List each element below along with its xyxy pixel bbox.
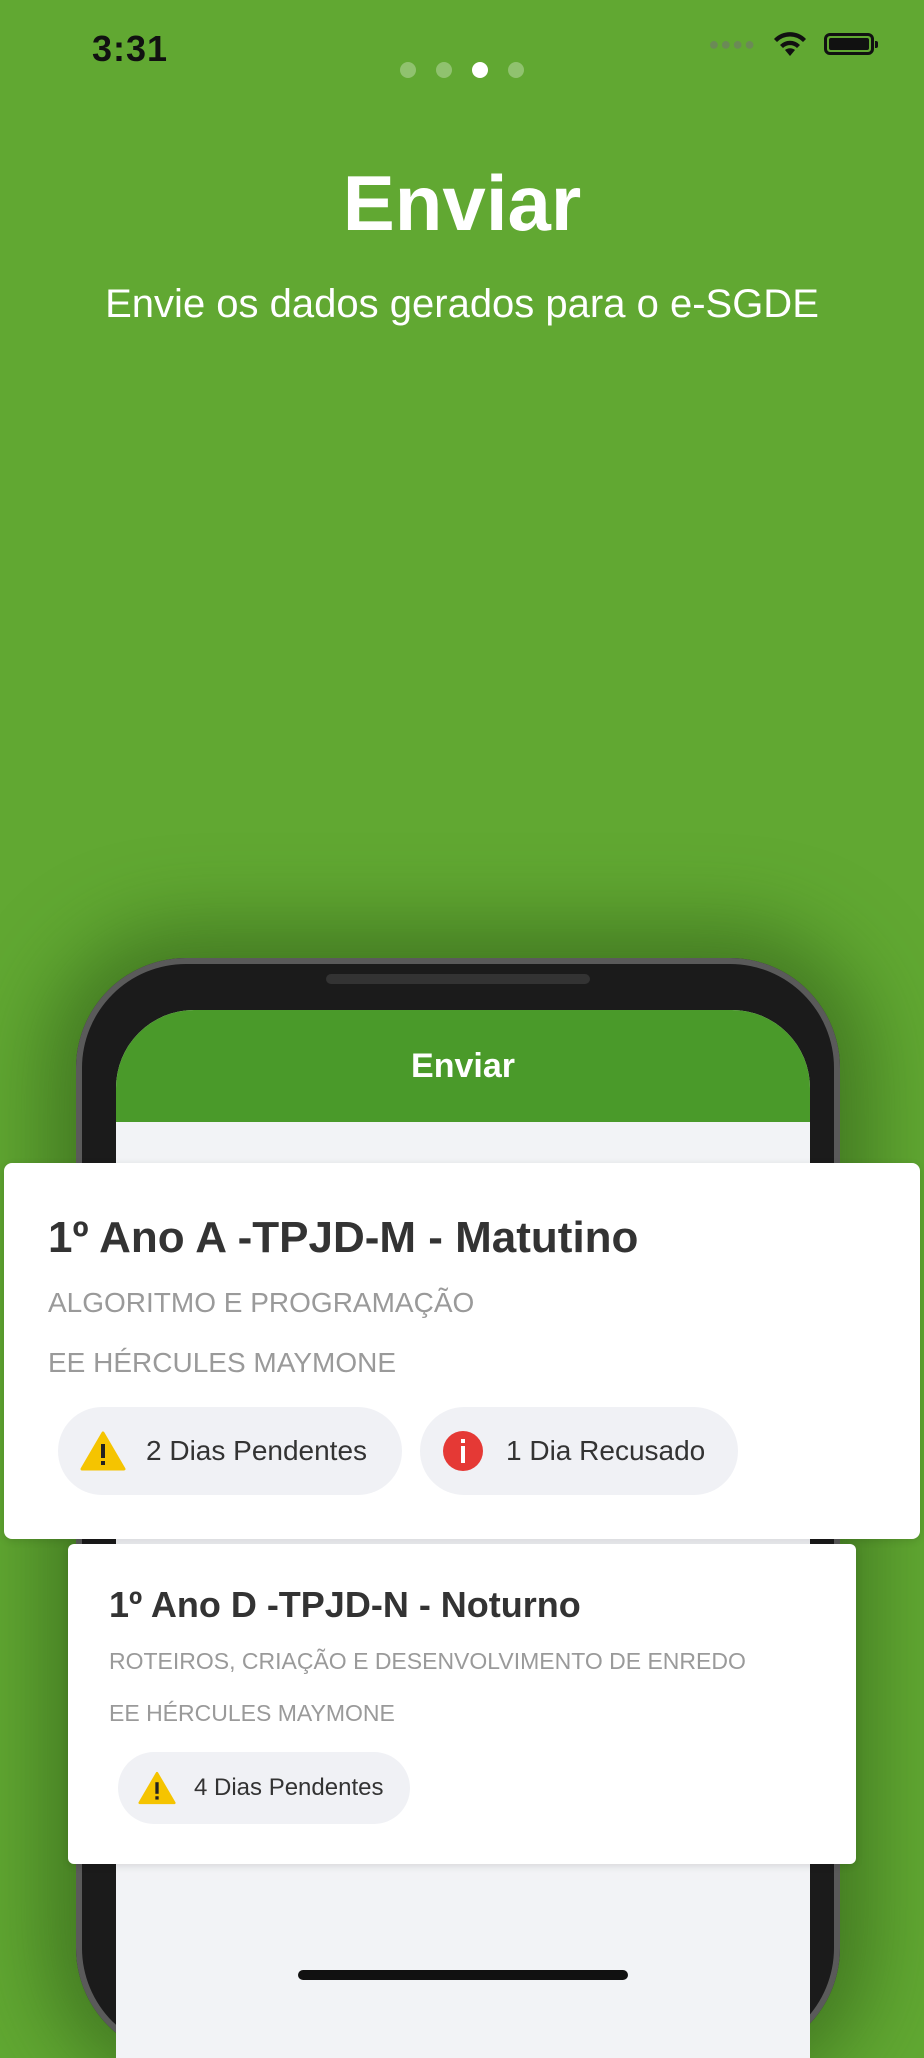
class-school: EE HÉRCULES MAYMONE bbox=[48, 1347, 396, 1378]
chip-label: 2 Dias Pendentes bbox=[146, 1435, 368, 1466]
pending-days-chip[interactable]: 4 Dias Pendentes bbox=[118, 1752, 410, 1824]
phone-speaker bbox=[326, 974, 590, 984]
class-subject: ALGORITMO E PROGRAMAÇÃO bbox=[48, 1287, 475, 1318]
refused-day-chip[interactable]: 1 Dia Recusado bbox=[420, 1407, 738, 1495]
home-indicator[interactable] bbox=[298, 1970, 628, 1980]
app-header-title: Enviar bbox=[116, 1010, 810, 1122]
page-title: Enviar bbox=[342, 159, 582, 247]
battery-icon bbox=[824, 33, 878, 55]
chip-label: 1 Dia Recusado bbox=[506, 1435, 706, 1466]
class-card[interactable]: 1º Ano D -TPJD-N - Noturno ROTEIROS, CRI… bbox=[68, 1544, 856, 1864]
class-card[interactable]: 1º Ano A -TPJD-M - Matutino ALGORITMO E … bbox=[4, 1163, 920, 1539]
status-icons: ●●●● bbox=[708, 30, 878, 58]
page-indicator[interactable] bbox=[0, 62, 924, 78]
class-title: 1º Ano D -TPJD-N - Noturno bbox=[109, 1584, 581, 1625]
page-dot[interactable] bbox=[508, 62, 524, 78]
warning-icon bbox=[80, 1431, 126, 1471]
class-title: 1º Ano A -TPJD-M - Matutino bbox=[48, 1213, 639, 1262]
pending-days-chip[interactable]: 2 Dias Pendentes bbox=[58, 1407, 402, 1495]
page-dot-active[interactable] bbox=[472, 62, 488, 78]
wifi-icon bbox=[774, 32, 806, 56]
page-dot[interactable] bbox=[400, 62, 416, 78]
class-school: EE HÉRCULES MAYMONE bbox=[109, 1700, 395, 1726]
page-dot[interactable] bbox=[436, 62, 452, 78]
info-icon bbox=[443, 1431, 483, 1471]
class-subject: ROTEIROS, CRIAÇÃO E DESENVOLVIMENTO DE E… bbox=[109, 1648, 746, 1674]
cellular-signal-icon: ●●●● bbox=[708, 33, 756, 54]
warning-icon bbox=[138, 1771, 176, 1805]
page-subtitle: Envie os dados gerados para o e-SGDE bbox=[105, 282, 819, 326]
status-bar: 3:31 ●●●● bbox=[0, 0, 924, 100]
chip-label: 4 Dias Pendentes bbox=[194, 1774, 384, 1801]
